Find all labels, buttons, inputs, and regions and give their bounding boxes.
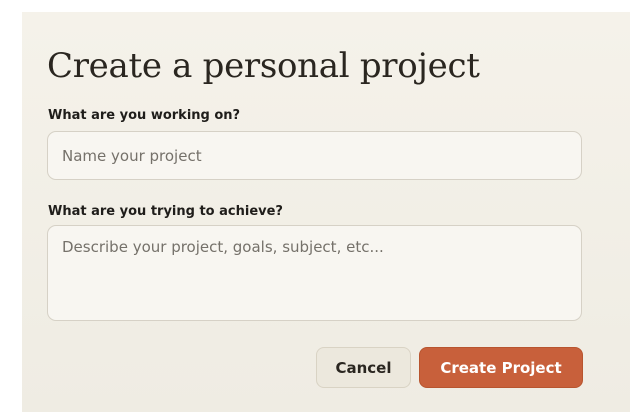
project-goal-textarea[interactable] — [47, 225, 582, 321]
project-name-label: What are you working on? — [48, 108, 241, 123]
cancel-button[interactable]: Cancel — [316, 347, 411, 388]
create-project-button[interactable]: Create Project — [419, 347, 583, 388]
project-goal-label: What are you trying to achieve? — [48, 204, 283, 219]
dialog-title: Create a personal project — [47, 46, 480, 86]
project-name-input[interactable] — [47, 131, 582, 180]
create-project-dialog: Create a personal project What are you w… — [22, 12, 630, 412]
